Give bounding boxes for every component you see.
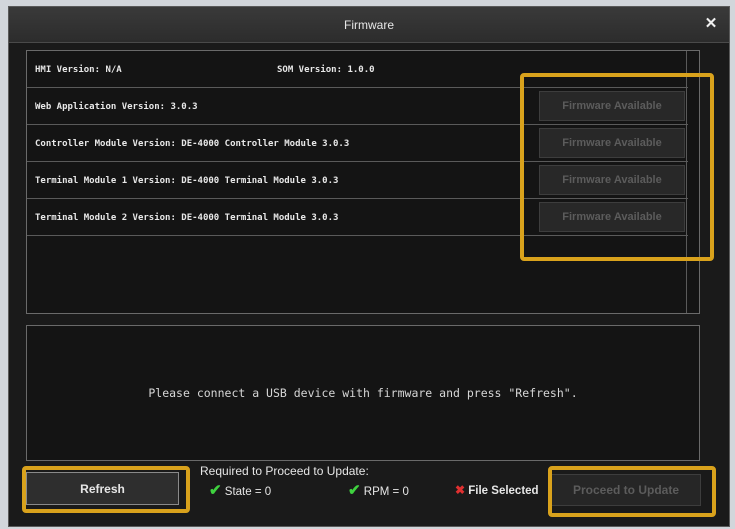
state-requirement-text: State = 0: [224, 486, 272, 498]
terminal-module-1-version: Terminal Module 1 Version: DE-4000 Termi…: [35, 176, 339, 186]
close-icon[interactable]: ✕: [703, 15, 719, 33]
version-row-terminal-2: Terminal Module 2 Version: DE-4000 Termi…: [27, 199, 688, 236]
version-row-hmi-som: HMI Version: N/A SOM Version: 1.0.0: [27, 51, 688, 88]
web-app-firmware-button[interactable]: Firmware Available: [539, 91, 685, 121]
usb-message: Please connect a USB device with firmwar…: [148, 386, 578, 400]
terminal-1-firmware-button[interactable]: Firmware Available: [539, 165, 685, 195]
version-list: HMI Version: N/A SOM Version: 1.0.0 Web …: [26, 50, 700, 314]
rpm-requirement-text: RPM = 0: [363, 486, 409, 498]
file-requirement-text: File Selected: [468, 485, 539, 497]
version-row-web-app: Web Application Version: 3.0.3 Firmware …: [27, 88, 688, 125]
terminal-module-2-version: Terminal Module 2 Version: DE-4000 Termi…: [35, 213, 339, 223]
required-title: Required to Proceed to Update:: [200, 464, 369, 478]
check-icon: ✔: [348, 482, 361, 499]
hmi-version: HMI Version: N/A: [35, 65, 122, 75]
file-requirement: ✖ File Selected: [455, 483, 539, 497]
rpm-requirement: ✔ RPM = 0: [348, 481, 409, 499]
state-requirement: ✔ State = 0: [209, 481, 271, 499]
dialog-title: Firmware: [344, 17, 394, 32]
dialog-titlebar: Firmware ✕: [9, 7, 729, 43]
refresh-button[interactable]: Refresh: [26, 472, 179, 505]
web-app-version: Web Application Version: 3.0.3: [35, 102, 198, 112]
cross-icon: ✖: [455, 483, 466, 497]
som-version: SOM Version: 1.0.0: [277, 65, 375, 75]
version-row-terminal-1: Terminal Module 1 Version: DE-4000 Termi…: [27, 162, 688, 199]
proceed-to-update-button[interactable]: Proceed to Update: [551, 474, 701, 506]
terminal-2-firmware-button[interactable]: Firmware Available: [539, 202, 685, 232]
controller-module-version: Controller Module Version: DE-4000 Contr…: [35, 139, 350, 149]
controller-firmware-button[interactable]: Firmware Available: [539, 128, 685, 158]
version-list-scrollbar[interactable]: [686, 51, 687, 313]
version-row-controller: Controller Module Version: DE-4000 Contr…: [27, 125, 688, 162]
usb-message-panel: Please connect a USB device with firmwar…: [26, 325, 700, 461]
check-icon: ✔: [209, 482, 222, 499]
